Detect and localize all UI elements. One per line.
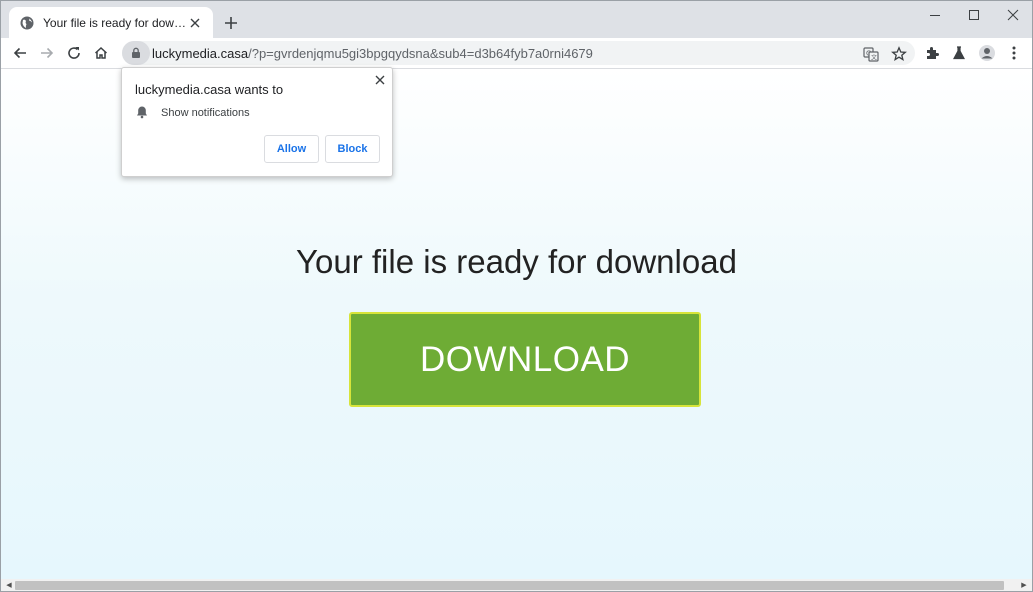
home-button[interactable] xyxy=(89,41,113,65)
back-button[interactable] xyxy=(8,41,32,65)
minimize-button[interactable] xyxy=(915,1,955,29)
allow-button[interactable]: Allow xyxy=(264,135,319,163)
extensions-puzzle-icon[interactable] xyxy=(920,41,944,65)
download-button[interactable]: DOWNLOAD xyxy=(349,312,701,407)
svg-text:文: 文 xyxy=(871,54,877,62)
address-bar[interactable]: luckymedia.casa/?p=gvrdenjqmu5gi3bpgqyds… xyxy=(122,41,915,65)
labs-flask-icon[interactable] xyxy=(947,41,971,65)
bookmark-star-icon[interactable] xyxy=(889,44,909,64)
browser-window: Your file is ready for download xyxy=(0,0,1033,592)
profile-avatar-icon[interactable] xyxy=(975,41,999,65)
tab-title: Your file is ready for download xyxy=(43,15,187,30)
permission-label: Show notifications xyxy=(161,107,250,119)
notification-permission-popup: luckymedia.casa wants to Show notificati… xyxy=(121,67,393,177)
scrollbar-thumb[interactable] xyxy=(15,581,1004,590)
url-text[interactable]: luckymedia.casa/?p=gvrdenjqmu5gi3bpgqyds… xyxy=(152,46,593,61)
tab-strip: Your file is ready for download xyxy=(1,1,1032,38)
maximize-button[interactable] xyxy=(954,1,994,29)
block-button[interactable]: Block xyxy=(325,135,380,163)
globe-icon xyxy=(19,15,35,31)
forward-button[interactable] xyxy=(35,41,59,65)
horizontal-scrollbar[interactable]: ◀ ▶ xyxy=(1,579,1032,591)
translate-icon[interactable]: G文 xyxy=(861,44,881,64)
menu-kebab-icon[interactable] xyxy=(1002,41,1026,65)
permission-row: Show notifications xyxy=(135,105,250,121)
browser-toolbar: luckymedia.casa/?p=gvrdenjqmu5gi3bpgqyds… xyxy=(1,38,1032,69)
tab-close-icon[interactable] xyxy=(187,15,203,31)
new-tab-button[interactable] xyxy=(221,13,241,33)
page-headline: Your file is ready for download xyxy=(296,243,737,280)
popup-close-icon[interactable] xyxy=(372,72,388,88)
scroll-left-arrow-icon[interactable]: ◀ xyxy=(3,580,15,590)
lock-icon[interactable] xyxy=(122,41,150,65)
reload-button[interactable] xyxy=(62,41,86,65)
bell-icon xyxy=(135,105,151,121)
close-window-button[interactable] xyxy=(993,1,1032,29)
popup-title: luckymedia.casa wants to xyxy=(135,82,284,97)
scroll-right-arrow-icon[interactable]: ▶ xyxy=(1018,580,1030,590)
tab-active[interactable]: Your file is ready for download xyxy=(9,7,213,38)
